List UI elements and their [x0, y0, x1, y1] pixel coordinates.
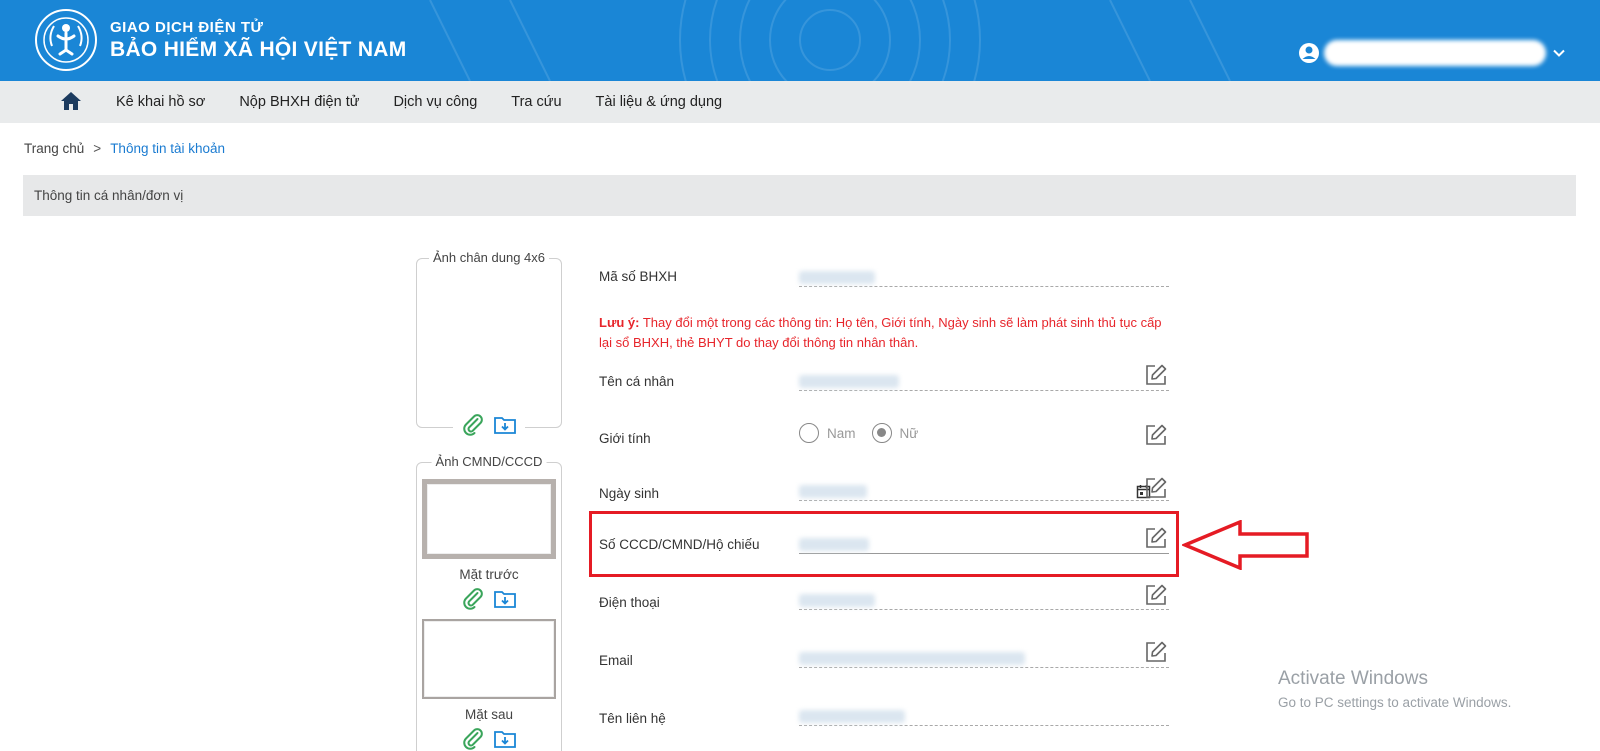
user-account-icon: [1299, 43, 1319, 63]
ngay-sinh-field[interactable]: [799, 483, 1169, 501]
breadcrumb-current[interactable]: Thông tin tài khoản: [110, 141, 225, 156]
ten-ca-nhan-label: Tên cá nhân: [599, 374, 675, 389]
section-title: Thông tin cá nhân/đơn vị: [34, 188, 184, 203]
home-icon[interactable]: [60, 91, 82, 111]
watermark-subtitle: Go to PC settings to activate Windows.: [1278, 695, 1512, 710]
windows-activation-watermark: Activate Windows Go to PC settings to ac…: [1278, 668, 1511, 710]
gender-male-label: Nam: [827, 425, 856, 441]
edit-gender-icon[interactable]: [1144, 423, 1168, 447]
email-field[interactable]: [799, 650, 1169, 668]
ten-lien-he-field[interactable]: [799, 708, 1169, 726]
download-folder-icon[interactable]: [493, 727, 517, 751]
portrait-photo-box: Ảnh chân dung 4x6: [416, 250, 562, 437]
nav-ke-khai-ho-so[interactable]: Kê khai hồ sơ: [116, 94, 205, 110]
gender-female-label: Nữ: [899, 425, 919, 441]
ngay-sinh-label: Ngày sinh: [599, 486, 660, 501]
main-nav: Kê khai hồ sơ Nộp BHXH điện tử Dịch vụ c…: [0, 81, 1600, 123]
nav-tra-cuu[interactable]: Tra cứu: [511, 94, 561, 110]
nav-dich-vu-cong[interactable]: Dịch vụ công: [393, 94, 477, 110]
ngay-sinh-redacted: [799, 485, 867, 498]
dien-thoai-field[interactable]: [799, 592, 1169, 610]
chevron-down-icon[interactable]: [1552, 46, 1566, 60]
ma-so-bhxh-redacted: [799, 271, 875, 284]
gioi-tinh-label: Giới tính: [599, 431, 651, 446]
portrait-photo-actions: [453, 413, 525, 437]
breadcrumb-separator: >: [93, 141, 102, 156]
id-back-label: Mặt sau: [464, 707, 514, 722]
watermark-title: Activate Windows: [1278, 668, 1428, 689]
edit-phone-icon[interactable]: [1144, 583, 1168, 607]
brand-title: BẢO HIỂM XÃ HỘI VIỆT NAM: [110, 38, 407, 61]
dien-thoai-label: Điện thoại: [599, 595, 660, 610]
id-card-photo-label: Ảnh CMND/CCCD: [431, 454, 547, 469]
breadcrumb-home[interactable]: Trang chủ: [24, 141, 84, 156]
change-warning-note: Lưu ý: Thay đổi một trong các thông tin:…: [599, 313, 1169, 353]
id-card-photo-box: Ảnh CMND/CCCD Mặt trước Mặt sau: [416, 454, 562, 751]
brand-subtitle: GIAO DỊCH ĐIỆN TỬ: [110, 19, 264, 36]
attach-paperclip-icon[interactable]: [461, 727, 485, 751]
user-menu[interactable]: [1298, 40, 1566, 66]
breadcrumb: Trang chủ > Thông tin tài khoản: [24, 141, 225, 156]
ten-lien-he-redacted: [799, 710, 905, 723]
download-folder-icon[interactable]: [493, 413, 517, 437]
id-front-photo[interactable]: [422, 479, 556, 559]
gender-male-radio[interactable]: [799, 423, 819, 443]
nav-tai-lieu-ung-dung[interactable]: Tài liệu & ứng dụng: [596, 94, 723, 110]
ten-ca-nhan-field[interactable]: [799, 373, 1169, 391]
ten-lien-he-label: Tên liên hệ: [599, 711, 666, 726]
id-number-highlight: [589, 511, 1179, 577]
email-label: Email: [599, 653, 633, 668]
note-prefix: Lưu ý:: [599, 315, 640, 330]
id-front-label: Mặt trước: [459, 567, 519, 582]
gender-radio-group: Nam Nữ: [799, 423, 934, 443]
download-folder-icon[interactable]: [493, 587, 517, 611]
nav-nop-bhxh-dien-tu[interactable]: Nộp BHXH điện tử: [239, 94, 359, 110]
note-text: Thay đổi một trong các thông tin: Họ tên…: [599, 315, 1162, 350]
brand[interactable]: GIAO DỊCH ĐIỆN TỬ BẢO HIỂM XÃ HỘI VIỆT N…: [34, 8, 407, 72]
portrait-photo-label: Ảnh chân dung 4x6: [428, 250, 550, 265]
gender-female-radio[interactable]: [871, 423, 892, 443]
id-front-actions: [453, 587, 525, 611]
top-header: GIAO DỊCH ĐIỆN TỬ BẢO HIỂM XÃ HỘI VIỆT N…: [0, 0, 1600, 81]
ma-so-bhxh-value: [799, 269, 1169, 287]
attach-paperclip-icon[interactable]: [461, 413, 485, 437]
email-redacted: [799, 652, 1025, 665]
section-header: Thông tin cá nhân/đơn vị: [23, 175, 1576, 216]
edit-dob-icon[interactable]: [1144, 476, 1168, 500]
left-arrow-annotation-icon: [1182, 520, 1309, 570]
user-name-redacted: [1324, 40, 1546, 66]
id-back-photo[interactable]: [422, 619, 556, 699]
bhxh-logo-icon: [35, 9, 97, 71]
attach-paperclip-icon[interactable]: [461, 587, 485, 611]
ma-so-bhxh-label: Mã số BHXH: [599, 269, 678, 284]
edit-email-icon[interactable]: [1144, 640, 1168, 664]
ten-ca-nhan-redacted: [799, 375, 899, 388]
id-back-actions: [453, 727, 525, 751]
edit-name-icon[interactable]: [1144, 363, 1168, 387]
dien-thoai-redacted: [799, 594, 875, 607]
